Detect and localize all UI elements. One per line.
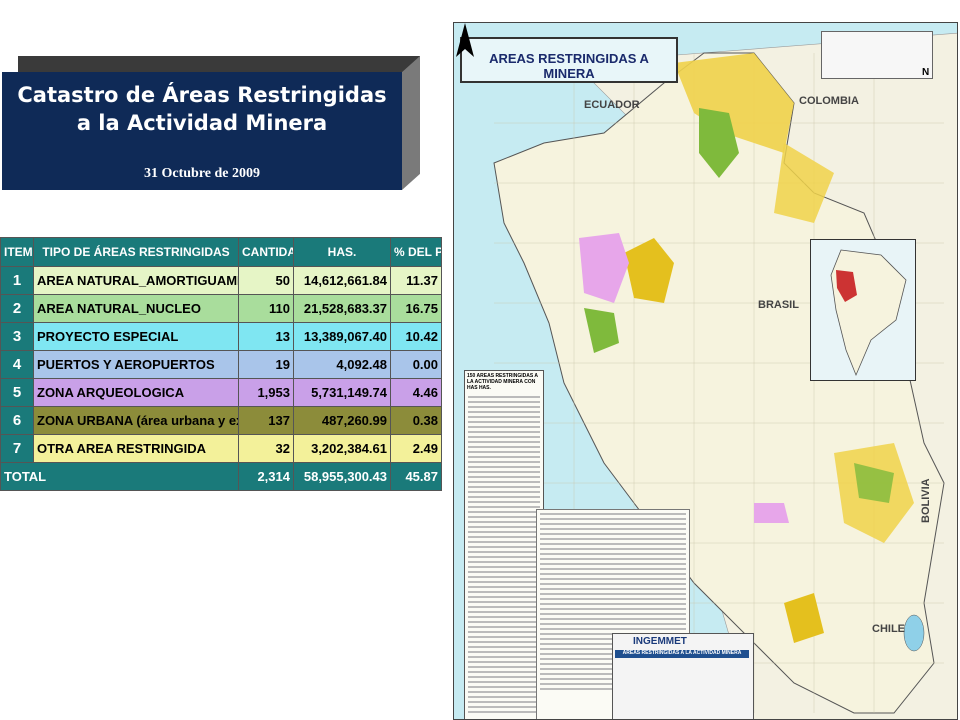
restricted-areas-table: ITEM TIPO DE ÁREAS RESTRINGIDAS CANTIDAD…: [0, 237, 442, 491]
row-cantidad: 13: [238, 322, 294, 351]
row-pct: 10.42: [390, 322, 442, 351]
row-tipo: ZONA ARQUEOLOGICA: [33, 378, 239, 407]
row-pct: 4.46: [390, 378, 442, 407]
country-label-chile: CHILE: [872, 623, 905, 635]
row-cantidad: 137: [238, 406, 294, 435]
header-item: ITEM: [0, 237, 34, 267]
south-america-inset-map: [810, 239, 916, 381]
row-cantidad: 32: [238, 434, 294, 463]
row-tipo: PROYECTO ESPECIAL: [33, 322, 239, 351]
total-cantidad: 2,314: [238, 462, 294, 491]
row-has: 5,731,149.74: [293, 378, 391, 407]
row-pct: 16.75: [390, 294, 442, 323]
row-item: 1: [0, 266, 34, 295]
table-total-row: TOTAL 2,314 58,955,300.43 45.87: [0, 462, 442, 491]
country-label-colombia: COLOMBIA: [799, 95, 859, 107]
row-tipo: OTRA AREA RESTRINGIDA: [33, 434, 239, 463]
country-label-ecuador: ECUADOR: [584, 99, 640, 111]
peru-map: AREAS RESTRINGIDAS A MINERA N ECUADOR CO…: [453, 22, 958, 720]
map-title: AREAS RESTRINGIDAS A MINERA: [489, 51, 649, 81]
row-cantidad: 110: [238, 294, 294, 323]
header-cantidad: CANTIDAD: [238, 237, 294, 267]
table-row: 7 OTRA AREA RESTRINGIDA 32 3,202,384.61 2.49: [0, 434, 442, 463]
row-tipo: AREA NATURAL_NUCLEO: [33, 294, 239, 323]
table-row: 1AREA NATURAL_AMORTIGUAMIENTO5014,612,66…: [0, 266, 442, 295]
scale-box: [821, 31, 933, 79]
row-cantidad: 50: [238, 266, 294, 295]
row-has: 21,528,683.37: [293, 294, 391, 323]
header-has: HAS.: [293, 237, 391, 267]
title-line-2: a la Actividad Minera: [76, 111, 328, 135]
ingemmet-legend-box: INGEMMET AREAS RESTRINGIDAS A LA ACTIVID…: [612, 633, 754, 719]
table-row: 3 PROYECTO ESPECIAL 13 13,389,067.40 10.42: [0, 322, 442, 351]
row-item: 7: [0, 434, 34, 463]
header-pct: % DEL PERÚ: [390, 237, 442, 267]
country-label-brasil: BRASIL: [758, 299, 799, 311]
table-row: 5 ZONA ARQUEOLOGICA 1,953 5,731,149.74 4.46: [0, 378, 442, 407]
row-pct: 2.49: [390, 434, 442, 463]
header-tipo: TIPO DE ÁREAS RESTRINGIDAS: [33, 237, 239, 267]
row-pct: 11.37: [390, 266, 442, 295]
zone-proyecto-south: [754, 503, 789, 523]
row-tipo: AREA NATURAL_AMORTIGUAMIENTO: [33, 266, 239, 295]
row-has: 4,092.48: [293, 350, 391, 379]
table-row: 6ZONA URBANA (área urbana y expansión)13…: [0, 406, 442, 435]
row-tipo: PUERTOS Y AEROPUERTOS: [33, 350, 239, 379]
row-item: 5: [0, 378, 34, 407]
title-date: 31 Octubre de 2009: [143, 166, 260, 181]
title-line-1: Catastro de Áreas Restringidas: [17, 83, 387, 107]
row-item: 6: [0, 406, 34, 435]
title-box-side-face: [402, 56, 420, 190]
row-item: 2: [0, 294, 34, 323]
title-box-top-face: [18, 56, 420, 72]
row-pct: 0.00: [390, 350, 442, 379]
area-list-legend: 150 AREAS RESTRINGIDAS A LA ACTIVIDAD MI…: [464, 370, 544, 719]
table-row: 2 AREA NATURAL_NUCLEO 110 21,528,683.37 16.7…: [0, 294, 442, 323]
row-has: 3,202,384.61: [293, 434, 391, 463]
north-label: N: [922, 67, 930, 78]
row-cantidad: 19: [238, 350, 294, 379]
country-label-bolivia: BOLIVIA: [920, 478, 932, 523]
total-label: TOTAL: [0, 462, 239, 491]
row-item: 4: [0, 350, 34, 379]
title-box: Catastro de Áreas Restringidas a la Acti…: [0, 56, 420, 191]
total-pct: 45.87: [390, 462, 442, 491]
map-title-box: AREAS RESTRINGIDAS A MINERA: [460, 37, 678, 83]
total-has: 58,955,300.43: [293, 462, 391, 491]
row-item: 3: [0, 322, 34, 351]
lake-titicaca: [903, 614, 925, 652]
legend-header: 150 AREAS RESTRINGIDAS A LA ACTIVIDAD MI…: [467, 373, 538, 391]
north-arrow-icon: [456, 23, 474, 57]
row-pct: 0.38: [390, 406, 442, 435]
table-header-row: ITEM TIPO DE ÁREAS RESTRINGIDAS CANTIDAD…: [0, 237, 442, 267]
row-has: 487,260.99: [293, 406, 391, 435]
row-has: 14,612,661.84: [293, 266, 391, 295]
table-row: 4 PUERTOS Y AEROPUERTOS 19 4,092.48 0.00: [0, 350, 442, 379]
inset-graphic: [830, 249, 907, 377]
row-has: 13,389,067.40: [293, 322, 391, 351]
row-cantidad: 1,953: [238, 378, 294, 407]
ingemmet-subtitle: AREAS RESTRINGIDAS A LA ACTIVIDAD MINERA: [615, 650, 749, 658]
ingemmet-logo-text: INGEMMET: [633, 636, 687, 647]
row-tipo: ZONA URBANA (área urbana y expansión): [33, 406, 239, 435]
